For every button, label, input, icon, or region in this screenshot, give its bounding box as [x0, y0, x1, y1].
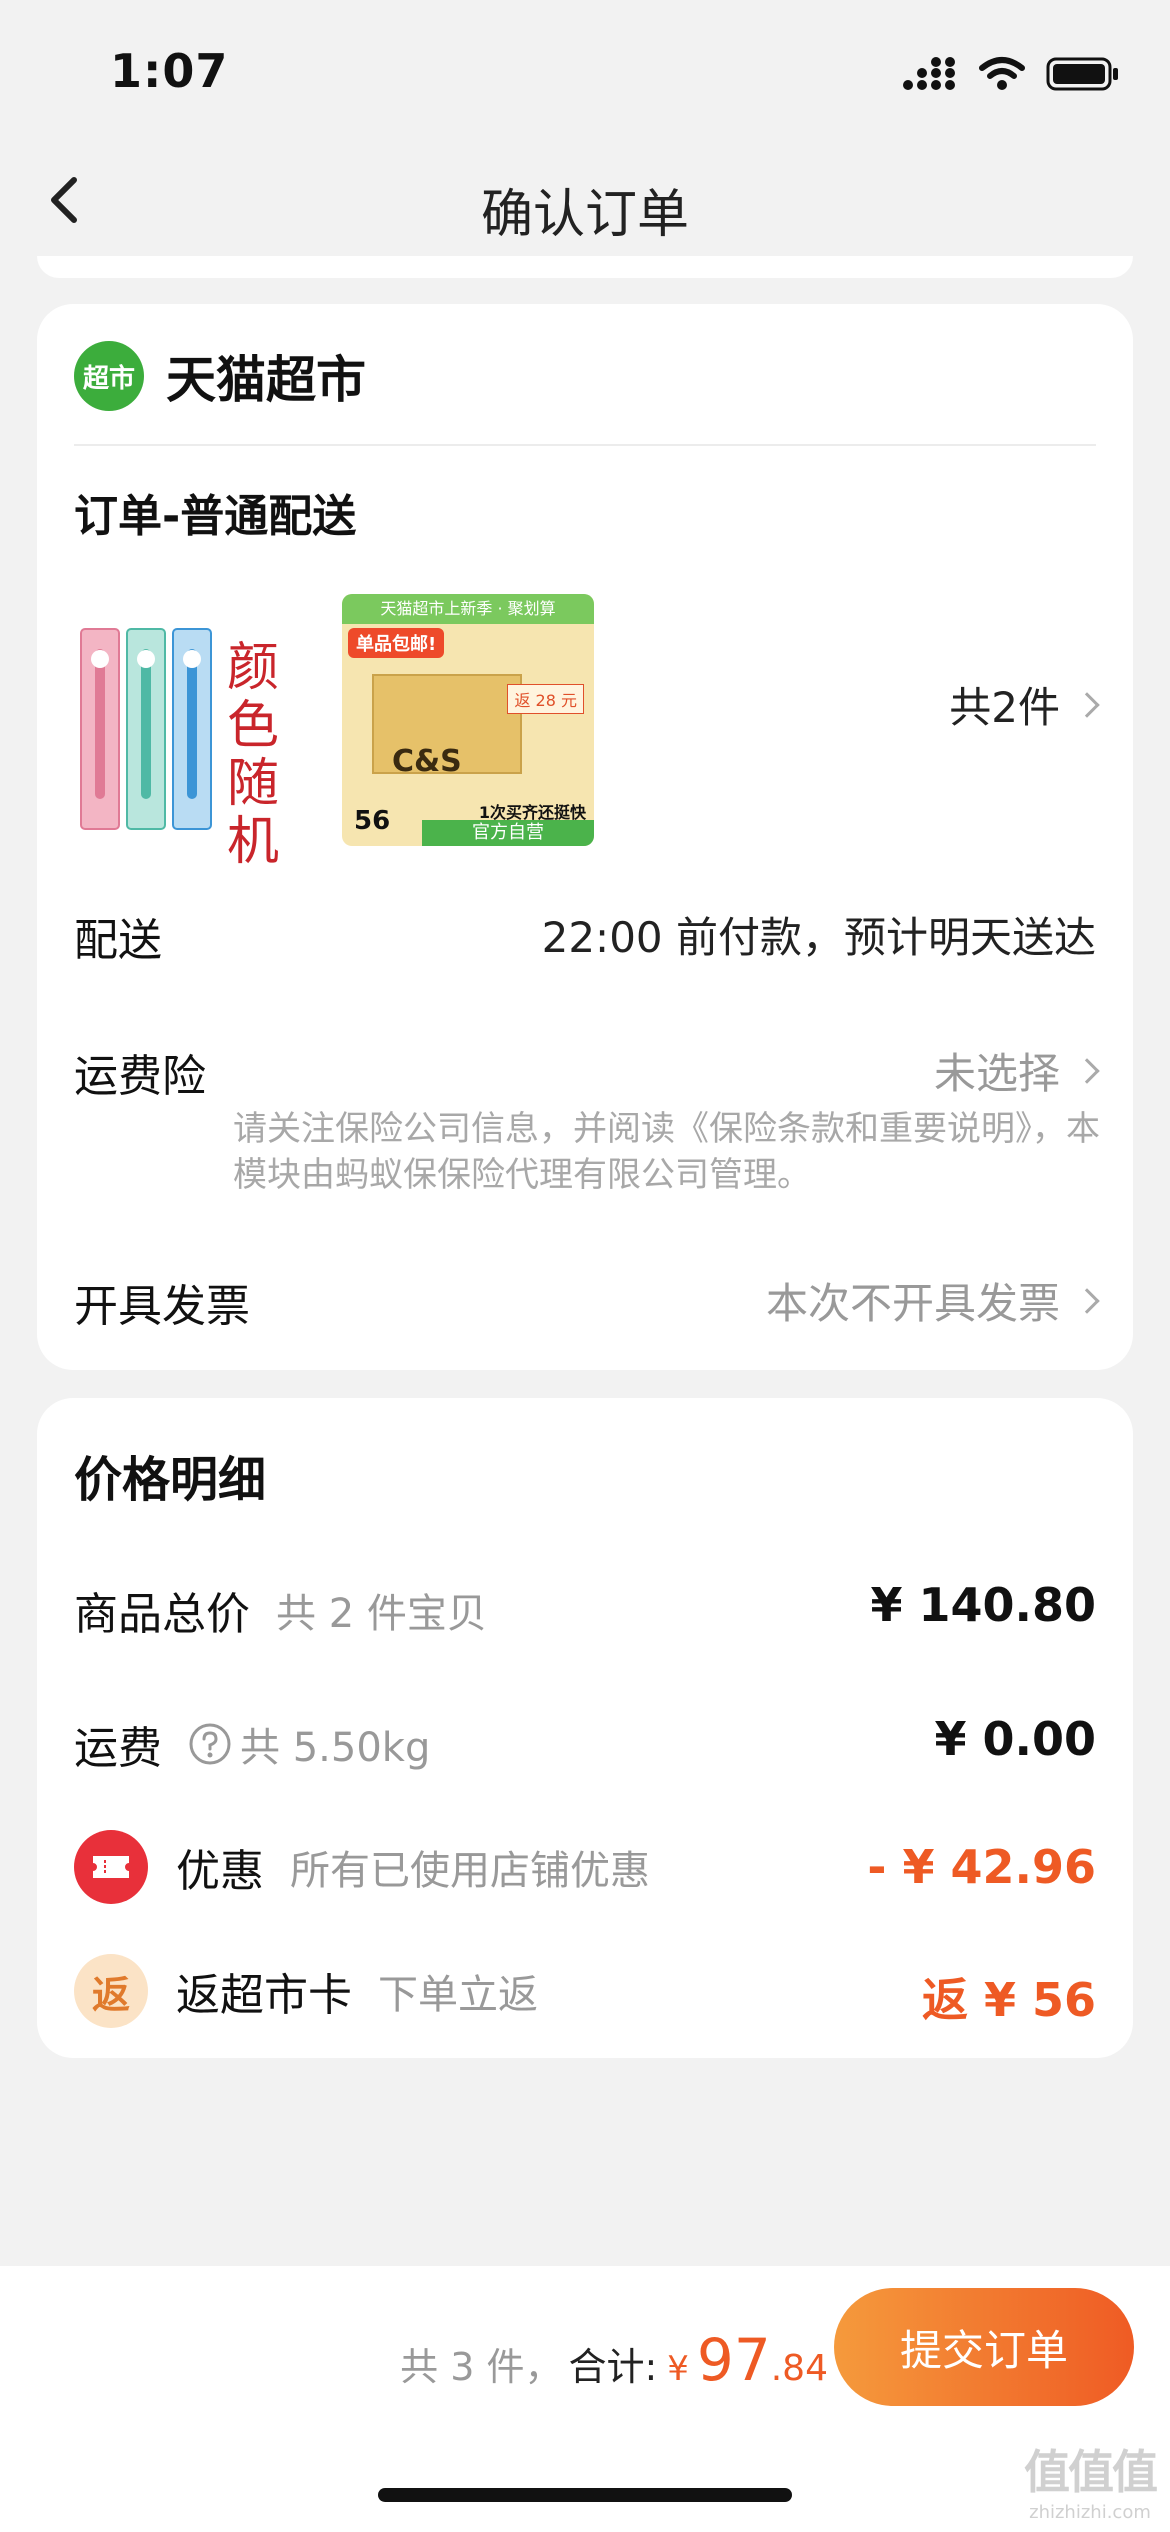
page-title: 确认订单	[480, 185, 689, 245]
status-time: 1:07	[110, 44, 229, 98]
watermark-site: zhizhizhi.com	[1029, 2502, 1151, 2523]
battery-icon	[1046, 57, 1118, 91]
tissue-price: 56	[354, 806, 391, 836]
total-label: 合计:	[568, 2345, 658, 2389]
delivery-label: 配送	[74, 915, 162, 966]
tissue-bottom-label: 官方自营	[422, 820, 594, 846]
order-summary: 共 3 件， 合计: ¥ 97 .84	[400, 2326, 828, 2394]
nav-bar: 确认订单	[0, 140, 1170, 275]
insurance-selector[interactable]: 未选择	[933, 1040, 1100, 1101]
submit-order-button[interactable]: 提交订单	[834, 2288, 1134, 2406]
tissue-brand: C&S	[392, 744, 462, 779]
coupon-icon	[74, 1830, 148, 1904]
rebate-desc: 下单立返	[378, 1972, 538, 2018]
discount-desc: 所有已使用店铺优惠	[290, 1848, 650, 1894]
status-icons	[902, 56, 1120, 92]
order-card: 超市 天猫超市 订单-普通配送 颜色随机 天猫超市上新季 · 聚划算 单品包邮!	[37, 304, 1133, 1370]
product-toothbrush-image: 颜色随机	[77, 599, 297, 871]
store-logo: 超市	[74, 341, 144, 411]
store-header[interactable]: 超市 天猫超市	[74, 340, 366, 412]
total-count: 共 3 件，	[400, 2345, 563, 2389]
chevron-right-icon	[1074, 1287, 1100, 1314]
rebate-row: 返 返超市卡 下单立返	[74, 1954, 538, 2028]
product-list[interactable]: 颜色随机 天猫超市上新季 · 聚划算 单品包邮! C&S 返 28 元 56 1…	[37, 564, 1133, 871]
cellular-signal-icon	[903, 57, 955, 90]
previous-card-edge	[37, 256, 1133, 278]
wifi-icon	[979, 57, 1025, 90]
discount-label: 优惠	[176, 1846, 264, 1897]
tissue-rebate: 返 28 元	[507, 684, 584, 714]
tissue-banner: 天猫超市上新季 · 聚划算	[342, 594, 594, 624]
invoice-selector[interactable]: 本次不开具发票	[765, 1270, 1100, 1331]
divider	[74, 444, 1096, 446]
insurance-label: 运费险	[74, 1051, 206, 1102]
toothbrush-color-label: 颜色随机	[227, 638, 280, 872]
watermark-glyphs: 值值值	[1024, 2445, 1158, 2499]
item-count-label: 共2件	[949, 683, 1060, 732]
toothbrush-pack-icon	[80, 628, 212, 830]
shipping-label: 运费	[74, 1723, 162, 1774]
goods-total-row: 商品总价 共 2 件宝贝	[74, 1578, 487, 1642]
chevron-right-icon	[1074, 691, 1100, 718]
store-name: 天猫超市	[166, 351, 366, 409]
rebate-icon: 返	[74, 1954, 148, 2028]
total-integer: 97	[696, 2326, 771, 2394]
rebate-value: 返 ¥ 56	[921, 1973, 1096, 2027]
tissue-badge: 单品包邮!	[348, 628, 445, 658]
delivery-value: 22:00 前付款，预计明天送达	[541, 913, 1096, 962]
insurance-note: 请关注保险公司信息，并阅读《保险条款和重要说明》，本模块由蚂蚁保保险代理有限公司…	[233, 1109, 1100, 1195]
watermark: 值值值 zhizhizhi.com	[1024, 2436, 1158, 2523]
item-count[interactable]: 共2件	[949, 674, 1100, 735]
shipping-weight: 共 5.50kg	[240, 1725, 431, 1771]
help-icon[interactable]	[188, 1722, 232, 1766]
goods-total-value: ¥ 140.80	[870, 1578, 1096, 1632]
discount-value: - ¥ 42.96	[867, 1840, 1096, 1894]
price-title: 价格明细	[74, 1452, 267, 1508]
total-decimal: .84	[770, 2348, 828, 2389]
rebate-label: 返超市卡	[176, 1970, 352, 2021]
invoice-label: 开具发票	[74, 1281, 250, 1332]
home-indicator	[378, 2488, 792, 2502]
invoice-value: 本次不开具发票	[765, 1279, 1060, 1328]
checkout-bar: 共 3 件， 合计: ¥ 97 .84 提交订单	[0, 2266, 1170, 2532]
insurance-value: 未选择	[933, 1049, 1060, 1098]
status-bar: 1:07	[0, 0, 1170, 140]
chevron-right-icon	[1074, 1057, 1100, 1084]
order-section-title: 订单-普通配送	[74, 491, 357, 542]
discount-row[interactable]: 优惠 所有已使用店铺优惠	[74, 1830, 650, 1904]
price-card: 价格明细 商品总价 共 2 件宝贝 ¥ 140.80 运费 共 5.50kg ¥…	[37, 1398, 1133, 2058]
total-currency: ¥	[667, 2349, 689, 2389]
goods-total-label: 商品总价	[74, 1589, 250, 1640]
shipping-row: 运费 共 5.50kg	[74, 1712, 430, 1776]
shipping-value: ¥ 0.00	[934, 1712, 1096, 1766]
product-tissue-image: 天猫超市上新季 · 聚划算 单品包邮! C&S 返 28 元 56 1次买齐还挺…	[342, 594, 594, 846]
goods-count: 共 2 件宝贝	[276, 1591, 487, 1637]
